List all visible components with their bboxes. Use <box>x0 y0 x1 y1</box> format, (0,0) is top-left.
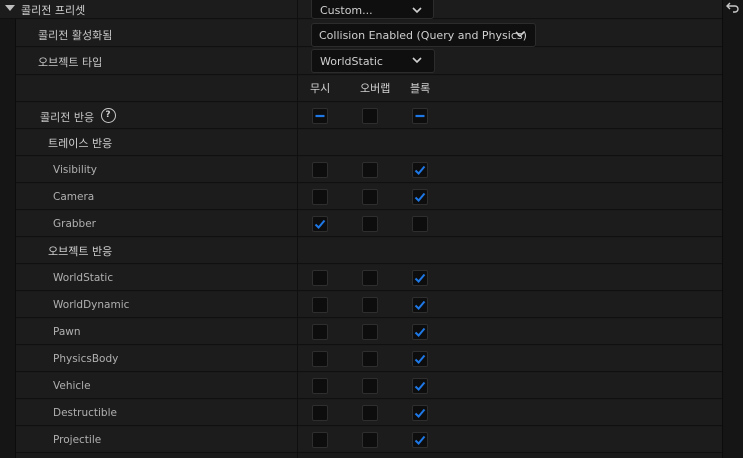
object-ignore-checkbox[interactable] <box>312 297 328 313</box>
column-header-overlap: 오버랩 <box>360 82 391 95</box>
trace-overlap-checkbox[interactable] <box>362 189 378 205</box>
column-header-block: 블록 <box>410 82 431 95</box>
object-block-checkbox[interactable] <box>412 270 428 286</box>
trace-row-label: Camera <box>53 191 95 203</box>
right-gutter <box>722 0 743 458</box>
chevron-down-icon <box>412 57 422 64</box>
indeterminate-icon <box>315 114 325 118</box>
response-overlap-checkbox[interactable] <box>362 108 378 124</box>
column-header-ignore: 무시 <box>310 82 331 95</box>
preset-dropdown[interactable]: Custom... <box>311 0 434 19</box>
collapse-arrow-icon[interactable] <box>5 5 15 11</box>
object-overlap-checkbox[interactable] <box>362 432 378 448</box>
object-type-label: 오브젝트 타입 <box>38 56 103 69</box>
checkmark-icon <box>414 273 426 283</box>
trace-overlap-checkbox[interactable] <box>362 162 378 178</box>
checkmark-icon <box>414 354 426 364</box>
trace-row-label: Visibility <box>53 164 98 176</box>
object-type-value: WorldStatic <box>320 55 383 68</box>
checkmark-icon <box>314 219 326 229</box>
object-section-label: 오브젝트 반응 <box>48 245 113 258</box>
object-row-label: Pawn <box>53 326 81 338</box>
collision-enabled-dropdown[interactable]: Collision Enabled (Query and Physics) <box>311 23 536 47</box>
object-ignore-checkbox[interactable] <box>312 432 328 448</box>
object-ignore-checkbox[interactable] <box>312 351 328 367</box>
checkmark-icon <box>414 435 426 445</box>
object-block-checkbox[interactable] <box>412 405 428 421</box>
object-row-label: Destructible <box>53 407 117 419</box>
trace-block-checkbox[interactable] <box>412 189 428 205</box>
object-ignore-checkbox[interactable] <box>312 324 328 340</box>
reset-arrow-icon[interactable] <box>725 0 741 16</box>
object-row-label: PhysicsBody <box>53 353 119 365</box>
trace-ignore-checkbox[interactable] <box>312 216 328 232</box>
object-overlap-checkbox[interactable] <box>362 324 378 340</box>
object-overlap-checkbox[interactable] <box>362 351 378 367</box>
object-block-checkbox[interactable] <box>412 324 428 340</box>
help-icon[interactable]: ? <box>101 108 116 123</box>
trace-ignore-checkbox[interactable] <box>312 162 328 178</box>
collision-details-panel: 콜리전 프리셋 Custom... 콜리전 활성화됨 Collision Ena… <box>0 0 743 458</box>
response-ignore-checkbox[interactable] <box>312 108 328 124</box>
object-block-checkbox[interactable] <box>412 297 428 313</box>
left-gutter <box>0 0 16 458</box>
checkmark-icon <box>414 381 426 391</box>
collision-response-label: 콜리전 반응 <box>40 111 95 124</box>
object-ignore-checkbox[interactable] <box>312 378 328 394</box>
object-overlap-checkbox[interactable] <box>362 297 378 313</box>
checkmark-icon <box>414 327 426 337</box>
trace-row-label: Grabber <box>53 218 96 230</box>
trace-section-row: 트레이스 반응 <box>16 130 722 156</box>
collision-enabled-label: 콜리전 활성화됨 <box>38 29 113 42</box>
checkmark-icon <box>414 192 426 202</box>
object-section-row: 오브젝트 반응 <box>16 238 722 264</box>
collision-enabled-value: Collision Enabled (Query and Physics) <box>319 29 527 42</box>
preset-label: 콜리전 프리셋 <box>21 4 86 17</box>
trace-block-checkbox[interactable] <box>412 162 428 178</box>
object-block-checkbox[interactable] <box>412 378 428 394</box>
help-glyph: ? <box>105 110 111 120</box>
trace-ignore-checkbox[interactable] <box>312 189 328 205</box>
object-ignore-checkbox[interactable] <box>312 405 328 421</box>
preset-value: Custom... <box>320 4 373 17</box>
object-block-checkbox[interactable] <box>412 351 428 367</box>
trace-section-label: 트레이스 반응 <box>48 137 113 150</box>
chevron-down-icon <box>412 7 422 14</box>
chevron-down-icon <box>515 31 525 38</box>
object-type-dropdown[interactable]: WorldStatic <box>311 49 435 73</box>
object-overlap-checkbox[interactable] <box>362 405 378 421</box>
object-block-checkbox[interactable] <box>412 432 428 448</box>
object-row-label: Projectile <box>53 434 102 446</box>
checkmark-icon <box>414 165 426 175</box>
trace-overlap-checkbox[interactable] <box>362 216 378 232</box>
response-block-checkbox[interactable] <box>412 108 428 124</box>
column-divider <box>297 0 298 458</box>
trace-block-checkbox[interactable] <box>412 216 428 232</box>
object-row-label: Vehicle <box>53 380 91 392</box>
object-overlap-checkbox[interactable] <box>362 270 378 286</box>
object-ignore-checkbox[interactable] <box>312 270 328 286</box>
object-overlap-checkbox[interactable] <box>362 378 378 394</box>
checkmark-icon <box>414 300 426 310</box>
indeterminate-icon <box>415 114 425 118</box>
object-row-label: WorldStatic <box>53 272 114 284</box>
object-row-label: WorldDynamic <box>53 299 130 311</box>
checkmark-icon <box>414 408 426 418</box>
